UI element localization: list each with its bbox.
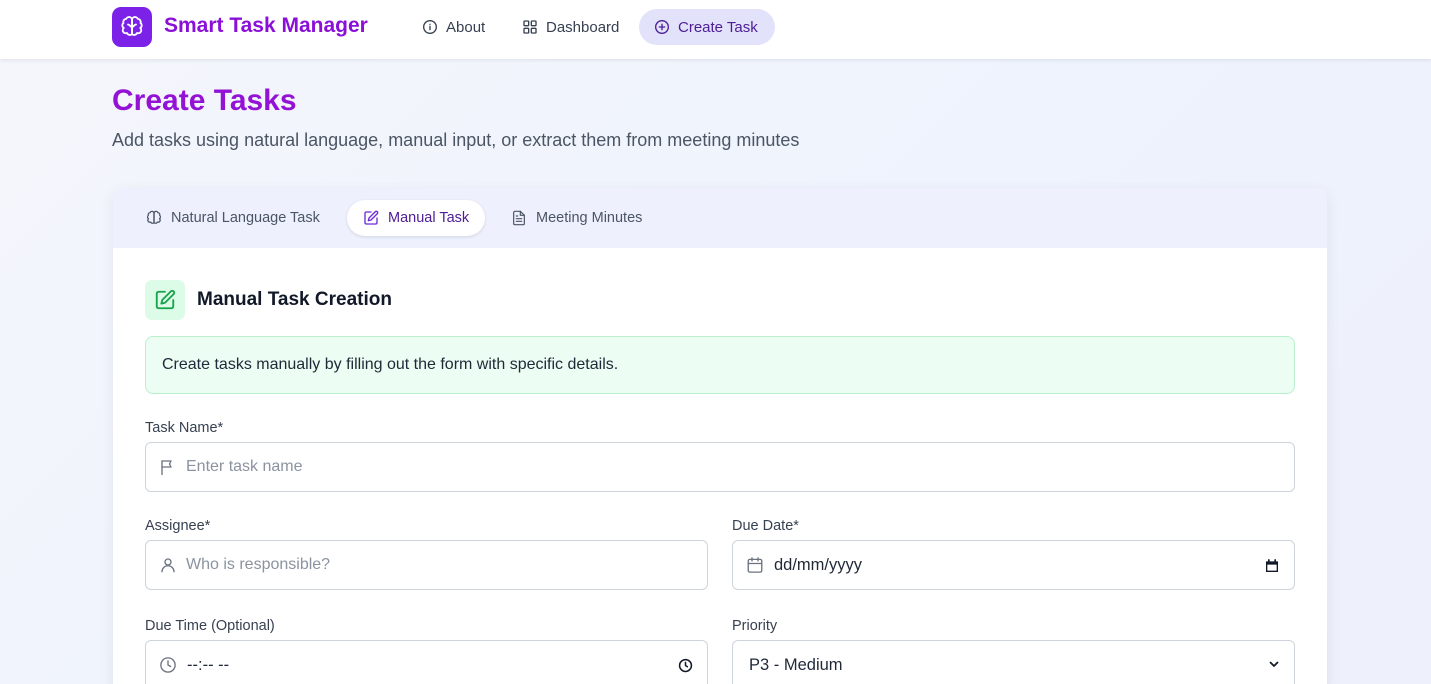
priority-value: P3 - Medium	[749, 656, 843, 674]
edit-icon	[364, 210, 379, 225]
tab-natural-language[interactable]: Natural Language Task	[130, 200, 336, 236]
page-title: Create Tasks	[112, 84, 297, 117]
grid-icon	[523, 20, 537, 34]
priority-label: Priority	[732, 618, 778, 634]
task-name-input[interactable]	[186, 443, 1278, 491]
nav-dashboard-label: Dashboard	[546, 18, 620, 36]
assignee-input[interactable]	[186, 541, 691, 589]
document-icon	[513, 210, 525, 226]
app-logo[interactable]	[112, 7, 152, 47]
tab-meeting-minutes[interactable]: Meeting Minutes	[495, 200, 658, 236]
assignee-field	[145, 540, 708, 590]
due-date-value: dd/mm/yyyy	[774, 556, 863, 574]
time-picker-icon[interactable]	[678, 658, 693, 673]
flag-icon	[161, 460, 172, 476]
nav-create-task-label: Create Task	[678, 18, 758, 36]
tab-manual-task-label: Manual Task	[388, 210, 470, 226]
user-icon	[161, 558, 175, 573]
create-task-card: Natural Language Task Manual Task Meetin…	[113, 188, 1327, 684]
plus-circle-icon	[655, 20, 669, 34]
due-time-field[interactable]: --:-- --	[145, 640, 708, 684]
due-time-label: Due Time (Optional)	[145, 618, 275, 634]
priority-select[interactable]: P3 - Medium	[732, 640, 1295, 684]
tab-meeting-minutes-label: Meeting Minutes	[536, 210, 643, 226]
nav-about-label: About	[446, 18, 486, 36]
due-time-value: --:-- --	[187, 656, 230, 674]
app-title[interactable]: Smart Task Manager	[164, 14, 368, 38]
task-type-tabs: Natural Language Task Manual Task Meetin…	[113, 188, 1327, 248]
section-icon	[145, 280, 185, 320]
section-title: Manual Task Creation	[197, 289, 392, 310]
tab-manual-task[interactable]: Manual Task	[347, 200, 486, 236]
info-message-text: Create tasks manually by filling out the…	[162, 356, 619, 373]
brain-icon	[121, 16, 143, 36]
info-icon	[423, 20, 437, 34]
calendar-icon	[747, 557, 763, 573]
tab-natural-language-label: Natural Language Task	[171, 210, 320, 226]
page-subtitle: Add tasks using natural language, manual…	[112, 130, 800, 150]
task-name-label: Task Name*	[145, 420, 224, 436]
edit-icon	[155, 289, 176, 310]
top-header: Smart Task Manager About Dashboard Creat…	[0, 0, 1431, 59]
info-message: Create tasks manually by filling out the…	[145, 336, 1295, 394]
due-date-label: Due Date*	[732, 518, 799, 534]
chevron-down-icon	[1269, 661, 1279, 667]
nav-create-task[interactable]: Create Task	[639, 9, 775, 45]
nav-about[interactable]: About	[407, 9, 500, 45]
due-date-field[interactable]: dd/mm/yyyy	[732, 540, 1295, 590]
clock-icon	[160, 657, 176, 673]
brain-icon	[146, 210, 162, 224]
calendar-picker-icon[interactable]	[1264, 558, 1280, 574]
task-name-field	[145, 442, 1295, 492]
assignee-label: Assignee*	[145, 518, 211, 534]
nav-dashboard[interactable]: Dashboard	[507, 9, 634, 45]
